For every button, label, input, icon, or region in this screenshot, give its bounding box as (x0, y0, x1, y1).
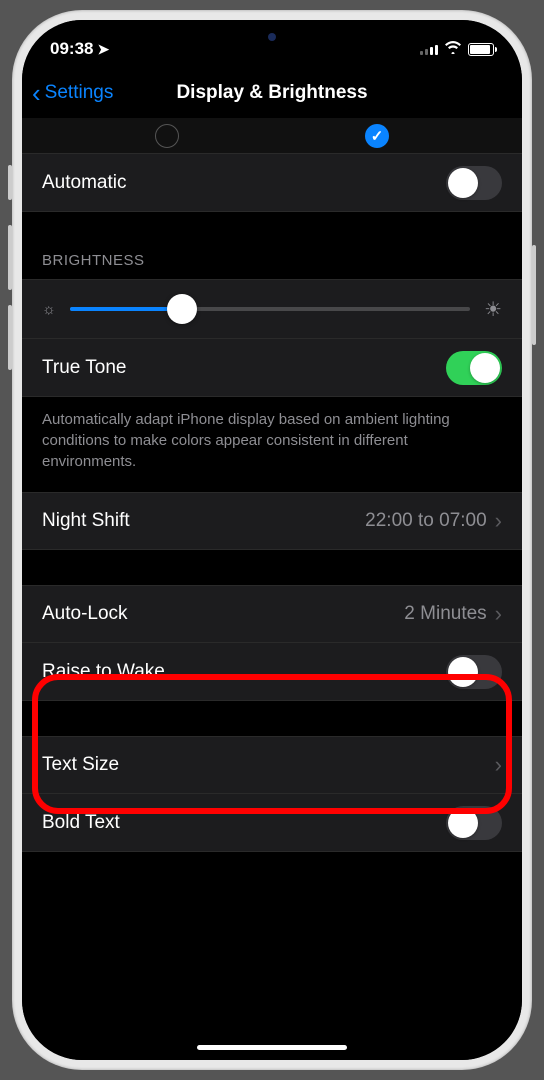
page-title: Display & Brightness (176, 82, 367, 104)
automatic-toggle[interactable] (446, 166, 502, 200)
brightness-header: BRIGHTNESS (22, 212, 522, 279)
battery-icon (468, 43, 494, 56)
wifi-icon (444, 40, 462, 59)
chevron-left-icon: ‹ (32, 80, 41, 106)
automatic-row[interactable]: Automatic (22, 154, 522, 212)
auto-lock-row[interactable]: Auto-Lock 2 Minutes › (22, 585, 522, 643)
appearance-light-radio[interactable] (155, 124, 179, 148)
bold-text-row[interactable]: Bold Text (22, 794, 522, 852)
chevron-right-icon: › (495, 508, 502, 534)
raise-to-wake-toggle[interactable] (446, 655, 502, 689)
true-tone-note: Automatically adapt iPhone display based… (22, 397, 522, 492)
status-time: 09:38 (50, 39, 93, 59)
automatic-label: Automatic (42, 172, 446, 194)
chevron-right-icon: › (495, 752, 502, 778)
brightness-high-icon: ☀ (484, 297, 502, 322)
back-label: Settings (45, 82, 114, 104)
brightness-slider[interactable] (70, 307, 470, 311)
night-shift-value: 22:00 to 07:00 (365, 510, 487, 532)
bold-text-toggle[interactable] (446, 806, 502, 840)
auto-lock-value: 2 Minutes (404, 603, 486, 625)
true-tone-label: True Tone (42, 357, 446, 379)
appearance-selector (22, 118, 522, 154)
appearance-dark-radio[interactable] (365, 124, 389, 148)
brightness-slider-row: ☼ ☀ (22, 279, 522, 339)
night-shift-label: Night Shift (42, 510, 365, 532)
night-shift-row[interactable]: Night Shift 22:00 to 07:00 › (22, 492, 522, 550)
true-tone-toggle[interactable] (446, 351, 502, 385)
true-tone-row[interactable]: True Tone (22, 339, 522, 397)
cellular-icon (420, 43, 438, 55)
raise-to-wake-row[interactable]: Raise to Wake (22, 643, 522, 701)
bold-text-label: Bold Text (42, 812, 446, 834)
chevron-right-icon: › (495, 601, 502, 627)
brightness-slider-thumb[interactable] (167, 294, 197, 324)
nav-bar: ‹ Settings Display & Brightness (22, 68, 522, 118)
auto-lock-label: Auto-Lock (42, 603, 404, 625)
brightness-low-icon: ☼ (42, 301, 56, 318)
home-indicator[interactable] (197, 1045, 347, 1050)
text-size-label: Text Size (42, 754, 495, 776)
back-button[interactable]: ‹ Settings (32, 80, 113, 106)
raise-to-wake-label: Raise to Wake (42, 661, 446, 683)
location-icon: ➤ (97, 41, 109, 58)
text-size-row[interactable]: Text Size › (22, 736, 522, 794)
